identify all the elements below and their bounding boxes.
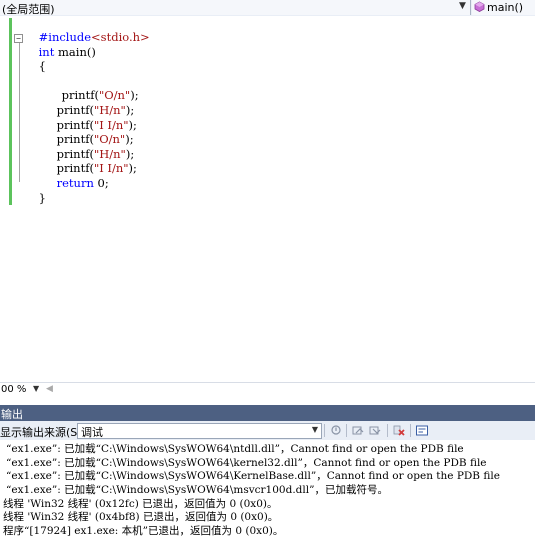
scroll-left-icon[interactable]: ◀ [46, 384, 53, 394]
code-line-open-brace: { [24, 45, 46, 87]
output-line: “ex1.exe”: 已加载“C:\Windows\SysWOW64\msvcr… [6, 484, 388, 496]
toolbar-separator [346, 424, 347, 437]
chevron-down-icon[interactable]: ▼ [33, 384, 39, 393]
output-line: “ex1.exe”: 已加载“C:\Windows\SysWOW64\kerne… [6, 457, 487, 469]
return-value: 0; [93, 176, 109, 190]
output-line: “ex1.exe”: 已加载“C:\Windows\SysWOW64\ntdll… [6, 443, 464, 455]
next-message-icon[interactable] [368, 424, 382, 437]
toolbar-separator [387, 424, 388, 437]
statement-end: ); [128, 161, 137, 175]
outline-guide-line [19, 42, 20, 182]
previous-message-icon[interactable] [351, 424, 365, 437]
member-dropdown[interactable]: main() [472, 0, 535, 15]
main-signature: main() [54, 45, 96, 59]
collapse-outline-icon[interactable]: − [14, 34, 23, 43]
output-line: 线程 'Win32 线程' (0x4bf8) 已退出，返回值为 0 (0x0)。 [3, 511, 279, 523]
member-dropdown-value: main() [487, 1, 524, 14]
code-line-return: return 0; [42, 162, 109, 204]
scope-dropdown[interactable]: (全局范围) ▼ [0, 0, 471, 16]
scope-dropdown-value: (全局范围) [2, 3, 55, 16]
output-source-value: 调试 [81, 426, 103, 439]
method-icon [474, 1, 485, 12]
navigation-bar: (全局范围) ▼ main() [0, 0, 535, 17]
open-brace: { [38, 59, 46, 73]
clear-all-icon[interactable] [392, 424, 406, 437]
editor-status-strip: 00 % ▼ ◀ [0, 382, 535, 397]
output-source-dropdown[interactable]: 调试 ▼ [77, 423, 322, 439]
include-file: <stdio.h> [91, 30, 150, 44]
chevron-down-icon[interactable]: ▼ [312, 425, 318, 434]
toolbar-separator [410, 424, 411, 437]
find-message-icon[interactable] [329, 424, 343, 437]
output-panel-title: 输出 [1, 408, 23, 421]
chevron-down-icon[interactable]: ▼ [459, 1, 466, 11]
output-line: “ex1.exe”: 已加载“C:\Windows\SysWOW64\Kerne… [6, 470, 500, 482]
toolbar-separator [324, 424, 325, 437]
output-line: 线程 'Win32 线程' (0x12fc) 已退出，返回值为 0 (0x0)。 [3, 498, 278, 510]
word-wrap-icon[interactable] [415, 424, 429, 437]
keyword-return: return [56, 176, 94, 190]
change-tracking-bar [9, 18, 12, 205]
output-line: 程序“[17924] ex1.exe: 本机”已退出，返回值为 0 (0x0)。 [3, 525, 284, 537]
output-text-area[interactable]: “ex1.exe”: 已加载“C:\Windows\SysWOW64\ntdll… [0, 440, 535, 541]
close-brace: } [38, 191, 46, 205]
zoom-level[interactable]: 00 % [1, 384, 26, 395]
code-editor[interactable]: #include<stdio.h> − int main() { printf(… [0, 16, 535, 382]
output-panel-title-bar: 输出 [0, 405, 535, 421]
code-line-close-brace: } [24, 177, 46, 219]
output-source-label: 显示输出来源(S): [0, 426, 86, 439]
output-toolbar: 显示输出来源(S): 调试 ▼ [0, 421, 535, 441]
